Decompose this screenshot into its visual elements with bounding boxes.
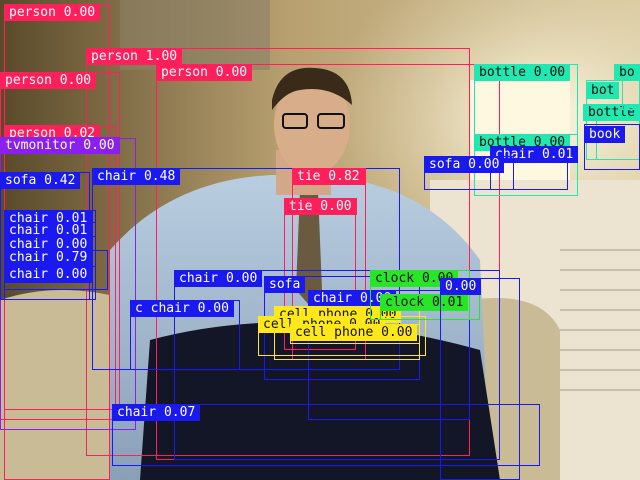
label-chair: chair 0.48 xyxy=(92,168,181,185)
label-tie: tie 0.00 xyxy=(284,198,357,215)
label-bottle: bottle 0.00 xyxy=(474,64,571,81)
label-chair: chair 0.07 xyxy=(112,404,201,421)
label-person: person 1.00 xyxy=(86,48,183,65)
label-person: person 0.00 xyxy=(0,72,97,89)
label-clock: clock 0.01 xyxy=(380,294,469,311)
detection-visualization: person 0.00 person 1.00 person 0.00 person … xyxy=(0,0,640,480)
label-chair: chair 0.00 xyxy=(174,270,263,287)
label-cell-phone: cell phone 0.00 xyxy=(290,324,418,341)
label-person: person 0.00 xyxy=(4,4,101,21)
label-sofa: sofa 0.42 xyxy=(0,172,81,189)
label-book: book xyxy=(584,126,626,143)
label-sofa: sofa 0.00 xyxy=(424,156,505,173)
label-chair: c chair 0.00 xyxy=(130,300,234,317)
label-bottle: bottle xyxy=(583,104,640,121)
label-tvmonitor: tvmonitor 0.00 xyxy=(0,137,120,154)
trousers xyxy=(140,322,500,480)
label-chair: 0.00 xyxy=(440,278,482,295)
label-bottle: bot xyxy=(586,82,620,99)
label-bottle: bo xyxy=(614,64,640,81)
label-chair: chair 0.79 xyxy=(4,249,93,266)
label-person: person 0.00 xyxy=(156,64,253,81)
label-sofa: sofa xyxy=(264,276,306,293)
label-chair: chair 0.00 xyxy=(4,266,93,283)
label-tie: tie 0.82 xyxy=(292,168,365,185)
